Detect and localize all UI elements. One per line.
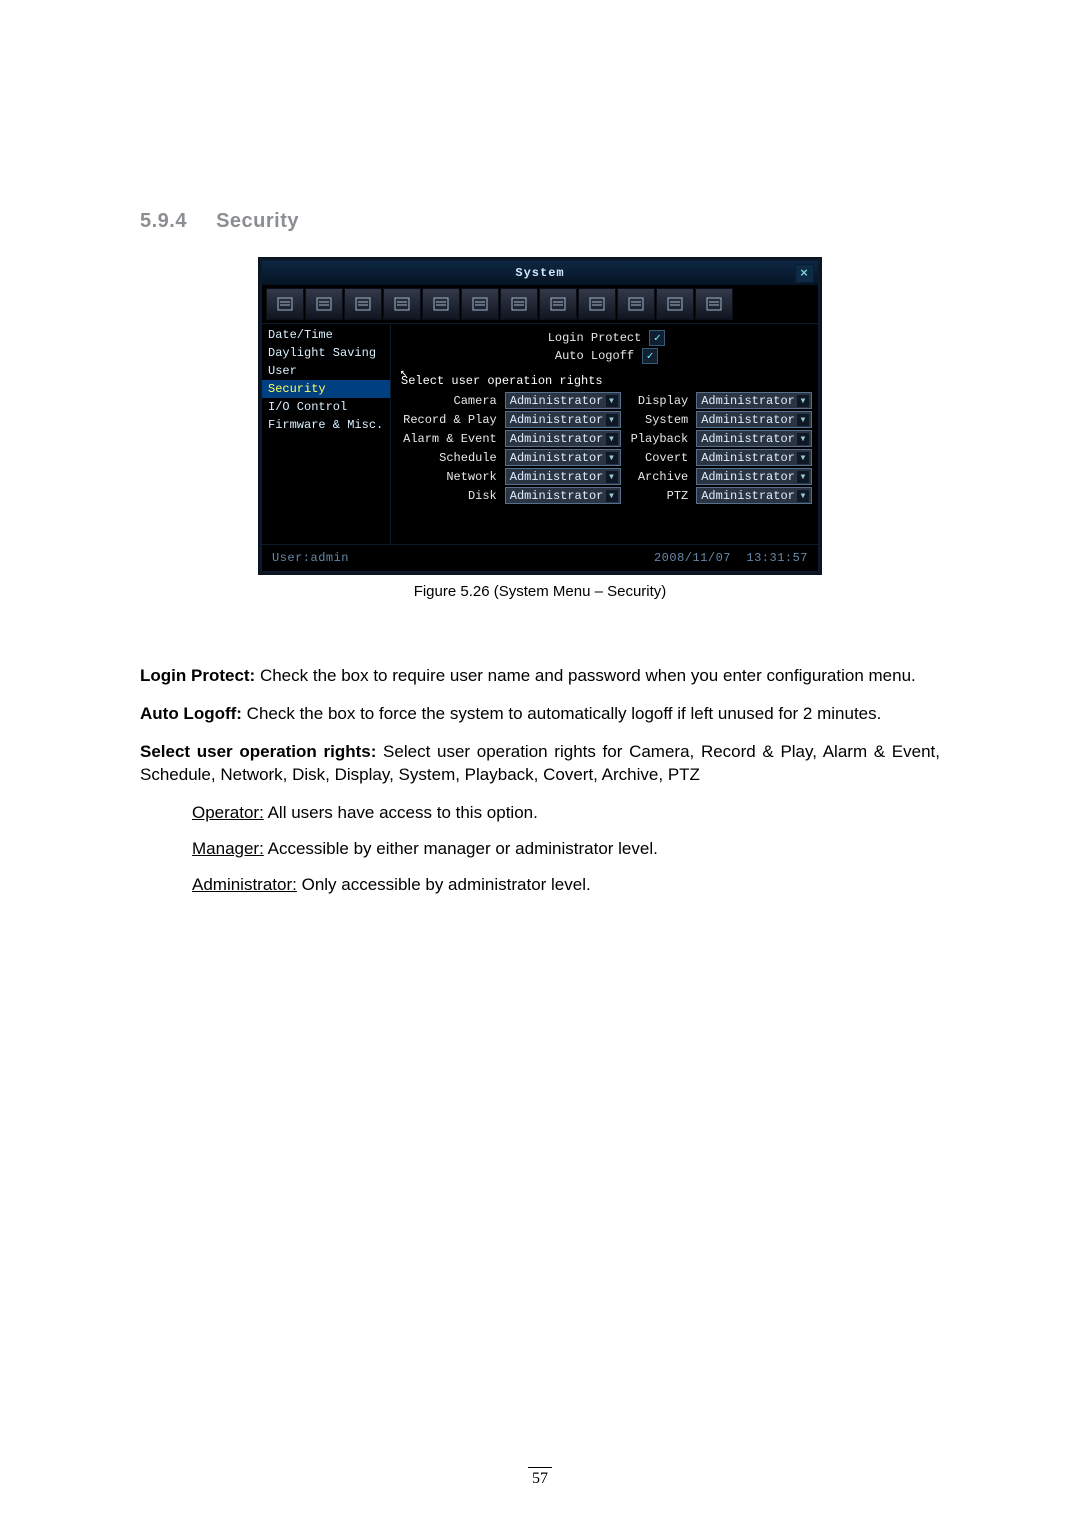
sidebar-item-daylight-saving[interactable]: Daylight Saving: [262, 344, 390, 362]
wrench-icon[interactable]: [695, 288, 733, 320]
page-number: 57: [528, 1467, 552, 1488]
right-select-playback[interactable]: Administrator▾: [696, 430, 812, 447]
auto-logoff-checkbox[interactable]: ✓: [642, 348, 658, 364]
window-title: System: [515, 266, 564, 280]
chevron-down-icon: ▾: [797, 414, 809, 426]
chevron-down-icon: ▾: [797, 433, 809, 445]
login-protect-term: Login Protect:: [140, 666, 255, 685]
sidebar-item-firmware-misc-[interactable]: Firmware & Misc.: [262, 416, 390, 434]
info-icon[interactable]: [578, 288, 616, 320]
clipboard-icon[interactable]: [617, 288, 655, 320]
select-rights-term: Select user operation rights:: [140, 742, 376, 761]
chevron-down-icon: ▾: [797, 452, 809, 464]
system-window: System × Date/TimeDaylight SavingUserSec…: [260, 259, 820, 573]
globe-icon[interactable]: [539, 288, 577, 320]
chevron-down-icon: ▾: [606, 433, 618, 445]
right-label-system: System: [629, 413, 689, 427]
section-heading: 5.9.4 Security: [140, 210, 940, 233]
body-text: Login Protect: Check the box to require …: [140, 664, 940, 897]
right-select-network[interactable]: Administrator▾: [505, 468, 621, 485]
right-select-ptz[interactable]: Administrator▾: [696, 487, 812, 504]
section-title: Security: [216, 210, 299, 232]
calendar-icon[interactable]: [266, 288, 304, 320]
sidebar-item-security[interactable]: Security: [262, 380, 390, 398]
right-select-system[interactable]: Administrator▾: [696, 411, 812, 428]
operator-desc: All users have access to this option.: [264, 803, 538, 822]
right-select-covert[interactable]: Administrator▾: [696, 449, 812, 466]
sidebar-item-i-o-control[interactable]: I/O Control: [262, 398, 390, 416]
monitor-icon[interactable]: [500, 288, 538, 320]
right-label-schedule: Schedule: [401, 451, 497, 465]
right-label-playback: Playback: [629, 432, 689, 446]
camera-icon[interactable]: [461, 288, 499, 320]
sidebar-item-user[interactable]: User: [262, 362, 390, 380]
right-select-display[interactable]: Administrator▾: [696, 392, 812, 409]
administrator-term: Administrator:: [192, 875, 297, 894]
titlebar: System ×: [262, 261, 818, 285]
right-select-archive[interactable]: Administrator▾: [696, 468, 812, 485]
figure-caption: Figure 5.26 (System Menu – Security): [414, 583, 667, 600]
chevron-down-icon: ▾: [606, 471, 618, 483]
chevron-down-icon: ▾: [606, 395, 618, 407]
right-label-archive: Archive: [629, 470, 689, 484]
chevron-down-icon: ▾: [797, 471, 809, 483]
search-icon[interactable]: [656, 288, 694, 320]
chevron-down-icon: ▾: [797, 395, 809, 407]
chevron-down-icon: ▾: [797, 490, 809, 502]
content-pane: Login Protect ✓ Auto Logoff ✓ Select use…: [391, 324, 818, 544]
chevron-down-icon: ▾: [606, 414, 618, 426]
login-protect-checkbox[interactable]: ✓: [649, 330, 665, 346]
close-icon: ×: [800, 266, 809, 281]
login-protect-desc: Check the box to require user name and p…: [255, 666, 916, 685]
close-button[interactable]: ×: [795, 264, 814, 283]
status-bar: User:admin 2008/11/07 13:31:57: [262, 544, 818, 571]
auto-logoff-term: Auto Logoff:: [140, 704, 242, 723]
manager-term: Manager:: [192, 839, 264, 858]
brush-icon[interactable]: [305, 288, 343, 320]
chevron-down-icon: ▾: [606, 490, 618, 502]
sliders-icon[interactable]: [422, 288, 460, 320]
sidebar-item-date-time[interactable]: Date/Time: [262, 326, 390, 344]
status-datetime: 2008/11/07 13:31:57: [654, 551, 808, 565]
right-select-disk[interactable]: Administrator▾: [505, 487, 621, 504]
drive-icon[interactable]: [344, 288, 382, 320]
manager-desc: Accessible by either manager or administ…: [264, 839, 658, 858]
chevron-down-icon: ▾: [606, 452, 618, 464]
auto-logoff-desc: Check the box to force the system to aut…: [242, 704, 881, 723]
right-label-display: Display: [629, 394, 689, 408]
right-label-record-play: Record & Play: [401, 413, 497, 427]
section-number: 5.9.4: [140, 210, 210, 233]
rights-grid: Camera Administrator▾ Display Administrator…: [401, 392, 812, 504]
side-nav: Date/TimeDaylight SavingUserSecurityI/O …: [262, 324, 391, 544]
user-icon[interactable]: [383, 288, 421, 320]
right-label-covert: Covert: [629, 451, 689, 465]
right-select-camera[interactable]: Administrator▾: [505, 392, 621, 409]
right-select-record-play[interactable]: Administrator▾: [505, 411, 621, 428]
right-label-alarm-event: Alarm & Event: [401, 432, 497, 446]
right-select-schedule[interactable]: Administrator▾: [505, 449, 621, 466]
toolbar: [262, 285, 818, 324]
auto-logoff-label: Auto Logoff: [555, 349, 634, 363]
login-protect-label: Login Protect: [548, 331, 642, 345]
administrator-desc: Only accessible by administrator level.: [297, 875, 591, 894]
right-select-alarm-event[interactable]: Administrator▾: [505, 430, 621, 447]
status-user: User:admin: [272, 551, 349, 565]
right-label-camera: Camera: [401, 394, 497, 408]
right-label-network: Network: [401, 470, 497, 484]
right-label-ptz: PTZ: [629, 489, 689, 503]
group-label: Select user operation rights: [401, 374, 812, 388]
operator-term: Operator:: [192, 803, 264, 822]
right-label-disk: Disk: [401, 489, 497, 503]
